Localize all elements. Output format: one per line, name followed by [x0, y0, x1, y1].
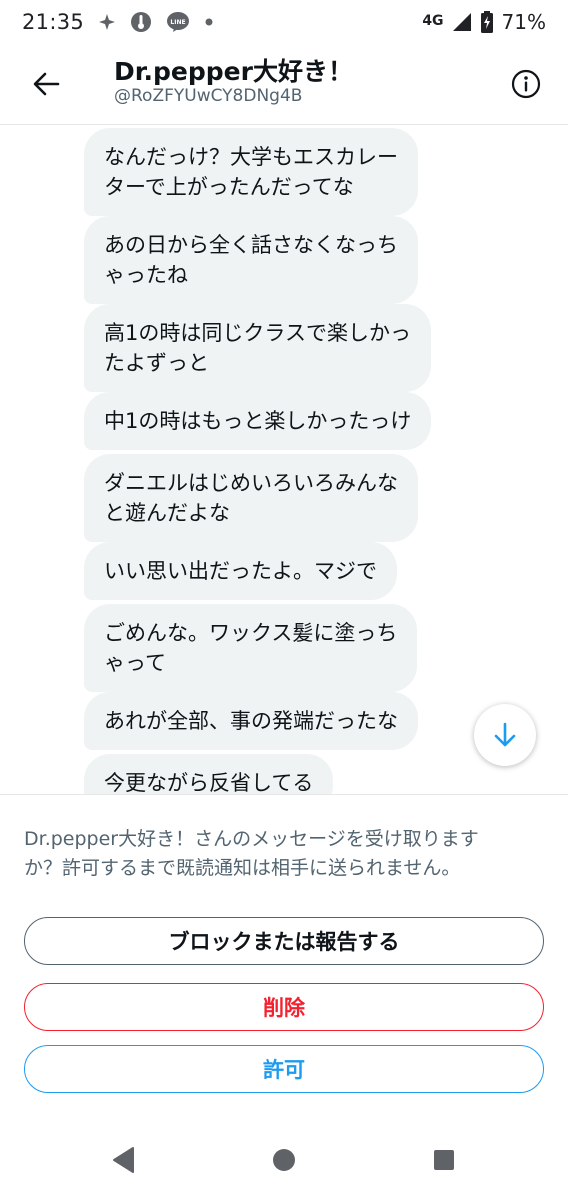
system-nav-bar [0, 1120, 568, 1200]
message-bubble[interactable]: 中1の時はもっと楽しかったっけ [84, 392, 432, 450]
dot-icon [204, 17, 214, 27]
arrow-down-icon [494, 722, 516, 747]
thermometer-icon [130, 11, 152, 33]
message-bubble[interactable]: いい思い出だったよ。マジで [84, 542, 397, 600]
status-time: 21:35 [22, 10, 85, 34]
back-button[interactable] [22, 60, 70, 108]
message-bubble[interactable]: 高1の時は同じクラスで楽しかっ たよずっと [84, 304, 431, 392]
delete-button[interactable]: 削除 [24, 983, 544, 1031]
message-bubble[interactable]: ダニエルはじめいろいろみんな と遊んだよな [84, 454, 418, 542]
message-bubble[interactable]: あの日から全く話さなくなっち ゃったね [84, 216, 418, 304]
nav-home-button[interactable] [260, 1136, 308, 1184]
message-line: たよずっと [104, 351, 209, 375]
message-line: なんだっけ？大学もエスカレー [104, 145, 398, 169]
message-line: ダニエルはじめいろいろみんな [104, 471, 398, 495]
allow-button[interactable]: 許可 [24, 1045, 544, 1093]
svg-text:LINE: LINE [170, 19, 185, 26]
message-bubble[interactable]: 今更ながら反省してる [84, 754, 334, 794]
back-triangle-icon [113, 1147, 134, 1173]
message-line: いい思い出だったよ。マジで [104, 559, 377, 583]
message-line: あれが全部、事の発端だったな [104, 709, 398, 733]
signal-icon [452, 12, 472, 32]
message-request-panel: Dr.pepper大好き！さんのメッセージを受け取ります か？許可するまで既読通… [0, 794, 568, 1120]
info-icon [511, 69, 541, 99]
message-bubble[interactable]: なんだっけ？大学もエスカレー ターで上がったんだってな [84, 128, 418, 216]
header-divider [0, 124, 568, 125]
arrow-left-icon [33, 72, 60, 96]
home-circle-icon [273, 1149, 295, 1171]
info-button[interactable] [502, 60, 550, 108]
message-list[interactable]: なんだっけ？大学もエスカレー ターで上がったんだってな あの日から全く話さなくな… [0, 126, 568, 794]
scroll-to-bottom-button[interactable] [474, 704, 536, 766]
message-line: ゃって [104, 651, 166, 675]
message-line: あの日から全く話さなくなっち [104, 233, 398, 257]
message-line: と遊んだよな [104, 501, 230, 525]
message-bubble[interactable]: ごめんな。ワックス髪に塗っち ゃって [84, 604, 418, 692]
recents-square-icon [434, 1150, 454, 1170]
request-prompt-line: Dr.pepper大好き！さんのメッセージを受け取ります [24, 828, 479, 850]
message-line: 中1の時はもっと楽しかったっけ [104, 409, 412, 433]
nav-recents-button[interactable] [420, 1136, 468, 1184]
network-label: 4G [422, 13, 444, 29]
status-bar: 21:35 LINE 4G 71% [0, 0, 568, 44]
pinwheel-icon [98, 13, 116, 31]
request-prompt: Dr.pepper大好き！さんのメッセージを受け取ります か？許可するまで既読通… [24, 825, 548, 883]
conversation-title: Dr.pepper大好き！ [114, 57, 353, 86]
message-bubble[interactable]: あれが全部、事の発端だったな [84, 692, 418, 750]
message-line: ターで上がったんだってな [104, 175, 354, 199]
battery-percent: 71% [501, 10, 546, 34]
message-line: 高1の時は同じクラスで楽しかっ [104, 321, 411, 345]
message-line: 今更ながら反省してる [104, 771, 314, 794]
message-line: ごめんな。ワックス髪に塗っち [104, 621, 398, 645]
conversation-header: Dr.pepper大好き！ @RoZFYUwCY8DNg4B [0, 44, 568, 124]
block-or-report-button[interactable]: ブロックまたは報告する [24, 917, 544, 965]
nav-back-button[interactable] [100, 1136, 148, 1184]
user-handle: @RoZFYUwCY8DNg4B [114, 86, 303, 106]
message-line: ゃったね [104, 263, 188, 287]
request-prompt-line: か？許可するまで既読通知は相手に送られません。 [24, 857, 461, 879]
battery-icon [480, 11, 494, 33]
line-app-icon: LINE [166, 11, 190, 33]
